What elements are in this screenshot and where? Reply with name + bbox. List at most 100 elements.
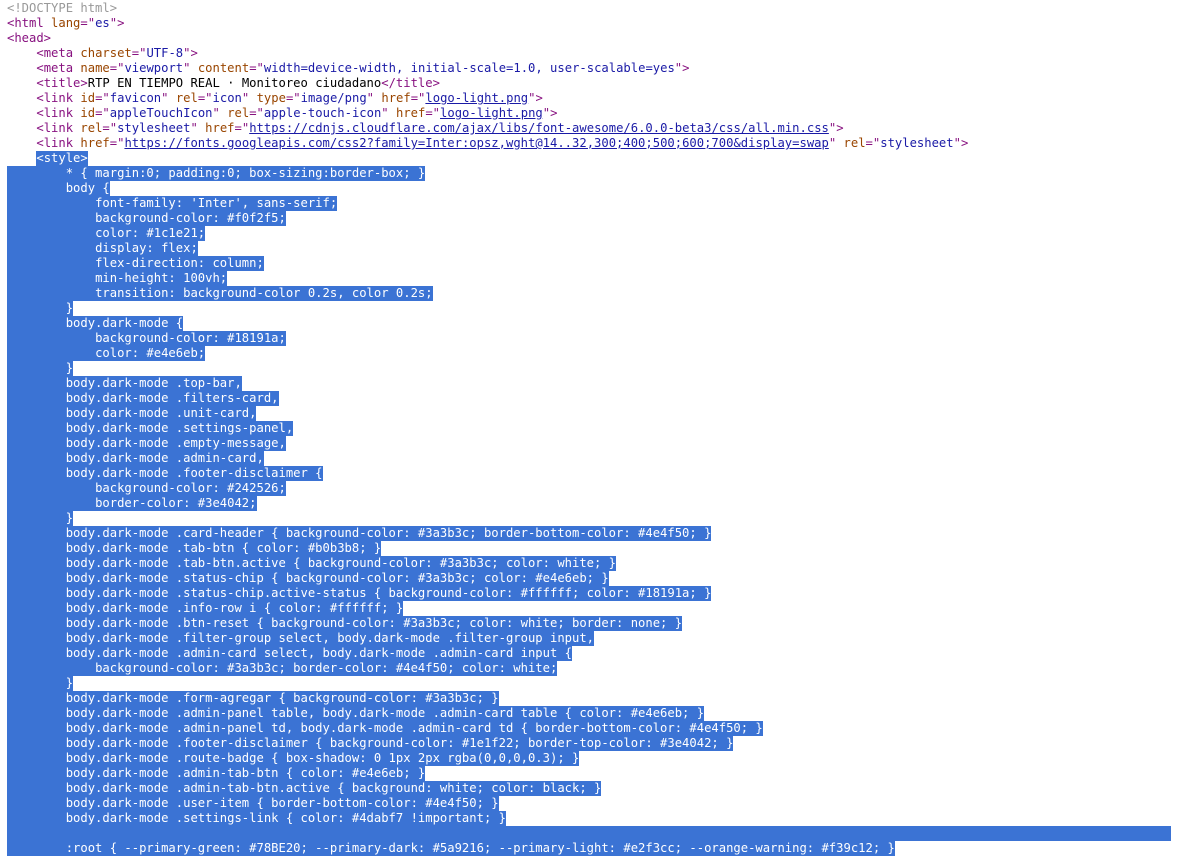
selected-code: body.dark-mode .footer-disclaimer { xyxy=(7,466,323,481)
code-token: " xyxy=(212,106,228,120)
code-token: <title> xyxy=(36,76,88,90)
code-token: =" xyxy=(131,46,147,60)
source-code-view[interactable]: <!DOCTYPE html> <html lang="es"> <head> <m… xyxy=(0,0,1179,856)
selected-code: } xyxy=(7,676,74,691)
code-token: body.dark-mode .info-row i { color: #fff… xyxy=(65,601,404,615)
selected-code: body.dark-mode { xyxy=(7,316,184,331)
code-token: rel xyxy=(80,121,103,135)
selected-code: body.dark-mode .form-agregar { backgroun… xyxy=(7,691,499,706)
code-token: href xyxy=(80,136,110,150)
source-line: <head> xyxy=(0,31,1179,46)
code-token: "> xyxy=(953,136,969,150)
code-token: href xyxy=(205,121,235,135)
code-token: </title> xyxy=(381,76,440,90)
code-link[interactable]: logo-light.png xyxy=(425,91,528,105)
source-line: display: flex; xyxy=(0,241,1179,256)
selected-code: background-color: #242526; xyxy=(7,481,286,496)
code-token: appleTouchIcon xyxy=(109,106,213,120)
code-token: "> xyxy=(528,91,543,105)
source-line: body.dark-mode .empty-message, xyxy=(0,436,1179,451)
source-line: * { margin:0; padding:0; box-sizing:bord… xyxy=(0,166,1179,181)
code-token: border-color: #3e4042; xyxy=(95,496,257,510)
source-line: body.dark-mode .status-chip.active-statu… xyxy=(0,586,1179,601)
code-token: <meta xyxy=(36,61,81,75)
source-line: color: #e4e6eb; xyxy=(0,346,1179,361)
code-token: id xyxy=(80,91,96,105)
code-token: viewport xyxy=(124,61,184,75)
code-token: body.dark-mode .unit-card, xyxy=(65,406,257,420)
code-token: color: #1c1e21; xyxy=(95,226,206,240)
code-token: body.dark-mode .filters-card, xyxy=(65,391,279,405)
code-token: <meta xyxy=(36,46,81,60)
selected-code: * { margin:0; padding:0; box-sizing:bord… xyxy=(7,166,426,181)
code-token: font-family: 'Inter', sans-serif; xyxy=(95,196,338,210)
source-line xyxy=(0,826,1179,841)
source-line: flex-direction: column; xyxy=(0,256,1179,271)
code-token: =" xyxy=(102,121,118,135)
source-line: body.dark-mode .filters-card, xyxy=(0,391,1179,406)
source-line: background-color: #242526; xyxy=(0,481,1179,496)
selected-code: display: flex; xyxy=(7,241,198,256)
source-line: body.dark-mode .admin-panel table, body.… xyxy=(0,706,1179,721)
source-line: body.dark-mode .btn-reset { background-c… xyxy=(0,616,1179,631)
source-line: body.dark-mode { xyxy=(0,316,1179,331)
code-token: rel xyxy=(843,136,866,150)
source-line: body.dark-mode .filter-group select, bod… xyxy=(0,631,1179,646)
selected-code: body.dark-mode .admin-panel td, body.dar… xyxy=(7,721,763,736)
code-token: <head> xyxy=(7,31,52,45)
code-token: body.dark-mode .admin-card select, body.… xyxy=(65,646,572,660)
source-line: background-color: #3a3b3c; border-color:… xyxy=(0,661,1179,676)
code-link[interactable]: https://fonts.googleapis.com/css2?family… xyxy=(124,136,828,150)
selected-code: body.dark-mode .footer-disclaimer { back… xyxy=(7,736,734,751)
code-token: body.dark-mode .route-badge { box-shadow… xyxy=(65,751,580,765)
source-line: <!DOCTYPE html> xyxy=(0,1,1179,16)
code-token: body.dark-mode .admin-panel table, body.… xyxy=(65,706,705,720)
code-token: body.dark-mode .top-bar, xyxy=(65,376,242,390)
code-token: =" xyxy=(865,136,881,150)
source-line: border-color: #3e4042; xyxy=(0,496,1179,511)
code-token: "> xyxy=(183,46,198,60)
selected-code: border-color: #3e4042; xyxy=(7,496,257,511)
selected-code: font-family: 'Inter', sans-serif; xyxy=(7,196,338,211)
selected-code: } xyxy=(7,361,74,376)
source-line: <html lang="es"> xyxy=(0,16,1179,31)
code-token: body.dark-mode .admin-card, xyxy=(65,451,264,465)
code-token: flex-direction: column; xyxy=(95,256,264,270)
code-link[interactable]: logo-light.png xyxy=(440,106,543,120)
source-line: body.dark-mode .admin-card select, body.… xyxy=(0,646,1179,661)
source-line: font-family: 'Inter', sans-serif; xyxy=(0,196,1179,211)
source-line: body.dark-mode .admin-card, xyxy=(0,451,1179,466)
selected-code: body.dark-mode .top-bar, xyxy=(7,376,242,391)
source-line: body.dark-mode .settings-link { color: #… xyxy=(0,811,1179,826)
selected-code: :root { --primary-green: #78BE20; --prim… xyxy=(7,841,895,856)
selected-code: body.dark-mode .info-row i { color: #fff… xyxy=(7,601,404,616)
selected-code: body.dark-mode .status-chip.active-statu… xyxy=(7,586,712,601)
source-line: body.dark-mode .tab-btn.active { backgro… xyxy=(0,556,1179,571)
code-token: UTF-8 xyxy=(146,46,184,60)
selected-code: body { xyxy=(7,181,110,196)
source-line: :root { --primary-green: #78BE20; --prim… xyxy=(0,841,1179,856)
code-token: body.dark-mode .empty-message, xyxy=(65,436,286,450)
selected-code: body.dark-mode .user-item { border-botto… xyxy=(7,796,499,811)
code-token: =" xyxy=(234,121,250,135)
selected-code: body.dark-mode .settings-panel, xyxy=(7,421,294,436)
code-token: background-color: #f0f2f5; xyxy=(95,211,286,225)
selected-code: body.dark-mode .tab-btn { color: #b0b3b8… xyxy=(7,541,382,556)
code-token: transition: background-color 0.2s, color… xyxy=(95,286,433,300)
selected-code: body.dark-mode .admin-tab-btn { color: #… xyxy=(7,766,426,781)
code-token: es xyxy=(95,16,110,30)
source-line: body.dark-mode .admin-tab-btn.active { b… xyxy=(0,781,1179,796)
selected-code: body.dark-mode .btn-reset { background-c… xyxy=(7,616,683,631)
selected-code: body.dark-mode .settings-link { color: #… xyxy=(7,811,506,826)
code-link[interactable]: https://cdnjs.cloudflare.com/ajax/libs/f… xyxy=(249,121,829,135)
source-line: background-color: #18191a; xyxy=(0,331,1179,346)
code-token: body.dark-mode .footer-disclaimer { xyxy=(65,466,323,480)
code-token: body.dark-mode .filter-group select, bod… xyxy=(65,631,595,645)
code-token: background-color: #18191a; xyxy=(95,331,286,345)
code-token: "> xyxy=(674,61,690,75)
selected-code: transition: background-color 0.2s, color… xyxy=(7,286,433,301)
code-token: width=device-width, initial-scale=1.0, u… xyxy=(263,61,675,75)
selected-code: body.dark-mode .admin-card, xyxy=(7,451,264,466)
source-line: color: #1c1e21; xyxy=(0,226,1179,241)
code-token: body.dark-mode .admin-tab-btn { color: #… xyxy=(65,766,426,780)
